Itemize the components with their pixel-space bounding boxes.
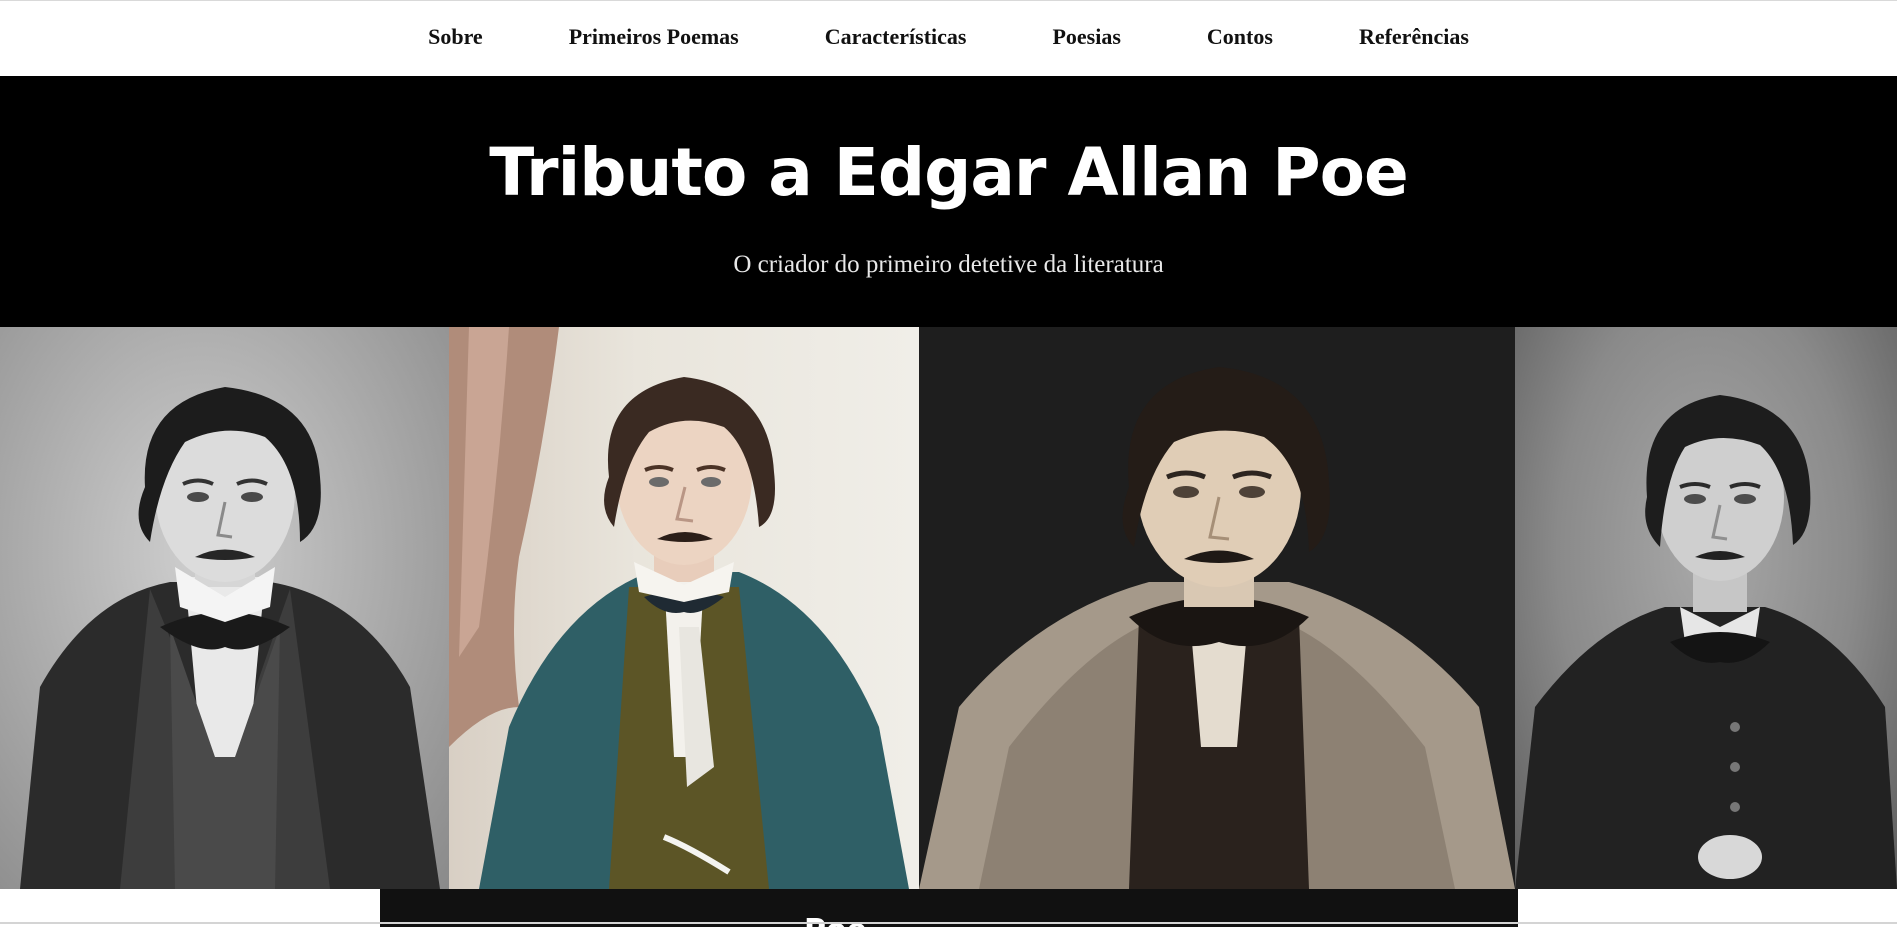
nav-item-sobre[interactable]: Sobre xyxy=(385,24,526,50)
page-divider xyxy=(0,922,1897,924)
hero-header: Tributo a Edgar Allan Poe O criador do p… xyxy=(0,76,1897,327)
top-navigation: Sobre Primeiros Poemas Características P… xyxy=(0,0,1897,76)
nav-list: Sobre Primeiros Poemas Características P… xyxy=(0,1,1897,77)
portrait-engraving-bw-icon xyxy=(0,327,449,889)
nav-item-caracteristicas[interactable]: Características xyxy=(782,24,1010,50)
nav-item-primeiros-poemas[interactable]: Primeiros Poemas xyxy=(526,24,782,50)
nav-item-contos[interactable]: Contos xyxy=(1164,24,1316,50)
page-title: Tributo a Edgar Allan Poe xyxy=(489,134,1409,211)
section-heading: Poe xyxy=(804,913,867,927)
portrait-photo-sepia-icon xyxy=(919,327,1515,889)
portrait-painting-teal-coat-icon xyxy=(449,327,919,889)
page-subtitle: O criador do primeiro detetive da litera… xyxy=(733,251,1164,278)
portrait-strip xyxy=(0,327,1897,889)
portrait-daguerreotype-icon xyxy=(1515,327,1897,889)
nav-item-referencias[interactable]: Referências xyxy=(1316,24,1512,50)
nav-item-poesias[interactable]: Poesias xyxy=(1009,24,1163,50)
